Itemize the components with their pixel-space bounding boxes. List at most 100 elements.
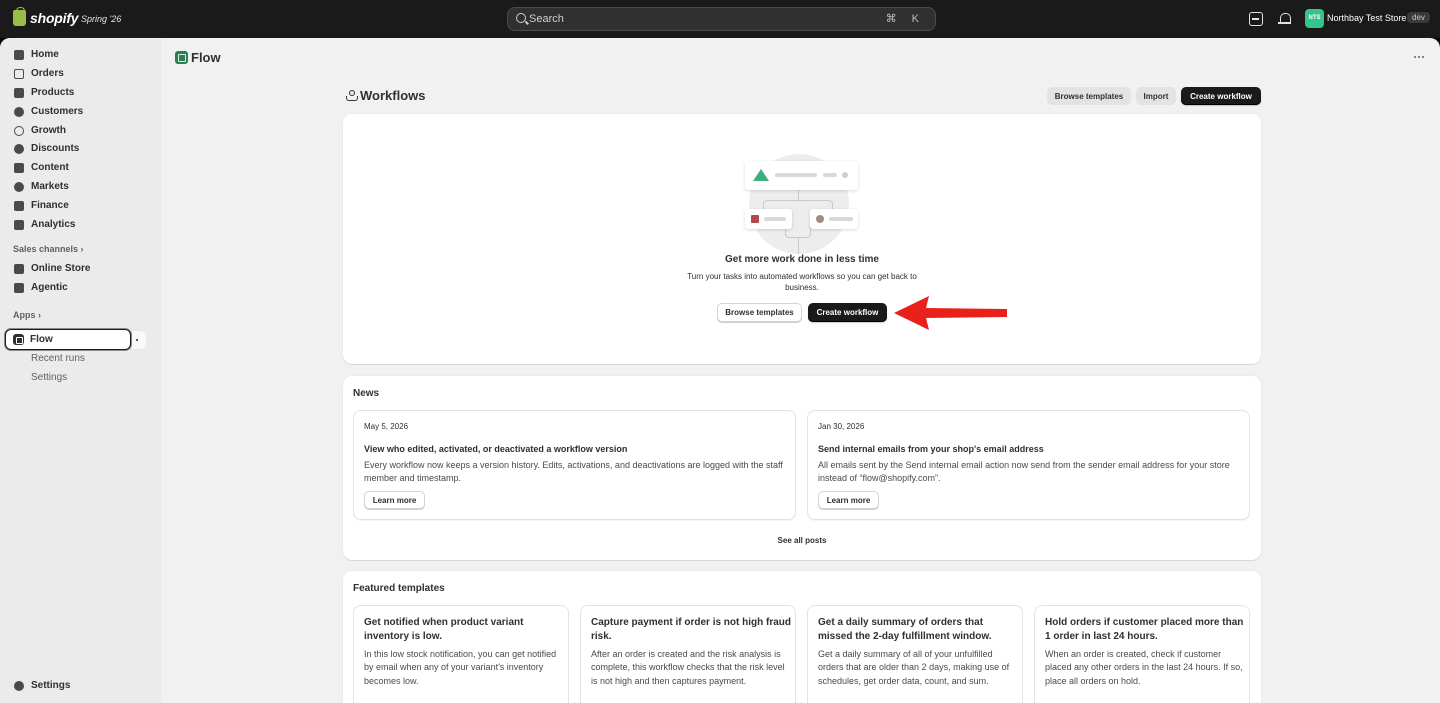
home-icon bbox=[14, 49, 24, 60]
placeholder-line bbox=[764, 217, 786, 221]
browse-templates-button[interactable]: Browse templates bbox=[717, 303, 802, 322]
sidebar: Home Orders Products Customers Growth Di… bbox=[0, 38, 161, 703]
sidebar-item-flow[interactable]: Flow bbox=[5, 329, 131, 350]
red-arrow-annotation bbox=[894, 296, 1007, 330]
sidebar-item-content[interactable]: Content bbox=[5, 158, 146, 177]
search-input[interactable]: Search ⌘ K bbox=[507, 7, 936, 31]
news-item-body: All emails sent by the Send internal ema… bbox=[818, 460, 1230, 483]
more-actions-icon[interactable] bbox=[1414, 56, 1426, 59]
sidebar-item-growth[interactable]: Growth bbox=[5, 121, 146, 140]
shopify-logo[interactable]: shopify bbox=[13, 7, 79, 26]
flow-app-icon bbox=[13, 334, 24, 345]
see-all-posts-link[interactable]: See all posts bbox=[343, 536, 1261, 545]
search-placeholder: Search bbox=[529, 13, 564, 25]
template-description: In this low stock notification, you can … bbox=[364, 649, 557, 686]
search-icon bbox=[516, 13, 526, 23]
news-date: May 5, 2026 bbox=[364, 422, 409, 431]
workflow-illustration bbox=[741, 154, 863, 254]
illustration-branch-card bbox=[745, 209, 792, 229]
placeholder-line bbox=[823, 173, 837, 177]
learn-more-button[interactable]: Learn more bbox=[364, 491, 425, 509]
dev-badge: dev bbox=[1407, 12, 1430, 23]
gear-icon bbox=[14, 680, 24, 691]
template-title: Get a daily summary of orders that misse… bbox=[818, 617, 992, 642]
sales-channels-heading[interactable]: Sales channels › bbox=[13, 244, 84, 254]
template-card[interactable]: Get notified when product variant invent… bbox=[353, 605, 569, 703]
news-item-title: View who edited, activated, or deactivat… bbox=[364, 444, 628, 454]
products-icon bbox=[14, 87, 24, 98]
illustration-connector bbox=[798, 238, 799, 254]
growth-icon bbox=[14, 125, 24, 136]
inbox-icon[interactable] bbox=[1249, 12, 1263, 26]
online-store-icon bbox=[14, 263, 24, 274]
illustration-trigger-card bbox=[745, 161, 858, 190]
search-shortcut: ⌘ K bbox=[885, 13, 925, 25]
template-description: After an order is created and the risk a… bbox=[591, 649, 785, 686]
sidebar-item-orders[interactable]: Orders bbox=[5, 64, 146, 83]
finance-icon bbox=[14, 200, 24, 211]
triangle-icon bbox=[753, 169, 769, 181]
template-description: When an order is created, check if custo… bbox=[1045, 649, 1243, 686]
arrow-shape bbox=[894, 296, 1007, 330]
news-item-title: Send internal emails from your shop's em… bbox=[818, 444, 1044, 454]
content-icon bbox=[14, 162, 24, 173]
apps-heading[interactable]: Apps › bbox=[13, 310, 41, 320]
sidebar-item-finance[interactable]: Finance bbox=[5, 196, 146, 215]
featured-templates-title: Featured templates bbox=[353, 583, 445, 594]
news-item: Jan 30, 2026 Send internal emails from y… bbox=[807, 410, 1250, 520]
sidebar-item-discounts[interactable]: Discounts bbox=[5, 139, 146, 158]
placeholder-line bbox=[775, 173, 817, 177]
illustration-branch-card bbox=[810, 209, 858, 229]
markets-icon bbox=[14, 181, 24, 192]
customers-icon bbox=[14, 106, 24, 117]
browse-templates-button[interactable]: Browse templates bbox=[1047, 87, 1131, 105]
news-date: Jan 30, 2026 bbox=[818, 422, 865, 431]
create-workflow-button[interactable]: Create workflow bbox=[808, 303, 887, 322]
analytics-icon bbox=[14, 219, 24, 230]
news-item: May 5, 2026 View who edited, activated, … bbox=[353, 410, 796, 520]
news-item-body: Every workflow now keeps a version histo… bbox=[364, 460, 783, 483]
featured-templates-card: Featured templates Get notified when pro… bbox=[343, 571, 1261, 703]
sidebar-item-online-store[interactable]: Online Store bbox=[5, 259, 146, 278]
template-description: Get a daily summary of all of your unful… bbox=[818, 649, 1010, 686]
workflows-empty-state: Get more work done in less time Turn you… bbox=[343, 114, 1261, 364]
template-title: Hold orders if customer placed more than… bbox=[1045, 617, 1244, 642]
store-avatar[interactable]: NTS bbox=[1305, 9, 1324, 28]
news-card: News May 5, 2026 View who edited, activa… bbox=[343, 376, 1261, 560]
square-icon bbox=[751, 215, 759, 223]
flow-app-icon bbox=[175, 51, 188, 64]
sidebar-item-settings[interactable]: Settings bbox=[5, 676, 146, 695]
create-workflow-header-button[interactable]: Create workflow bbox=[1181, 87, 1261, 105]
sidebar-item-analytics[interactable]: Analytics bbox=[5, 215, 146, 234]
shopify-bag-icon bbox=[13, 7, 26, 26]
agentic-icon bbox=[14, 282, 24, 293]
circle-icon bbox=[816, 215, 824, 223]
app-title: Flow bbox=[175, 50, 221, 65]
notification-bell-icon[interactable] bbox=[1278, 12, 1292, 26]
template-card[interactable]: Hold orders if customer placed more than… bbox=[1034, 605, 1250, 703]
template-title: Capture payment if order is not high fra… bbox=[591, 617, 792, 642]
sidebar-item-customers[interactable]: Customers bbox=[5, 102, 146, 121]
sidebar-item-markets[interactable]: Markets bbox=[5, 177, 146, 196]
learn-more-button[interactable]: Learn more bbox=[818, 491, 879, 509]
news-title: News bbox=[353, 388, 380, 399]
sidebar-item-flow-settings[interactable]: Settings bbox=[31, 372, 67, 383]
workflow-icon bbox=[346, 90, 358, 101]
placeholder-dot bbox=[842, 172, 848, 178]
placeholder-line bbox=[829, 217, 853, 221]
sidebar-item-agentic[interactable]: Agentic bbox=[5, 278, 146, 297]
import-button[interactable]: Import bbox=[1136, 87, 1176, 105]
store-name[interactable]: Northbay Test Store bbox=[1327, 13, 1406, 23]
sidebar-item-products[interactable]: Products bbox=[5, 83, 146, 102]
template-card[interactable]: Get a daily summary of orders that misse… bbox=[807, 605, 1023, 703]
sidebar-item-recent-runs[interactable]: Recent runs bbox=[31, 353, 85, 364]
edition-label: Spring '26 bbox=[81, 14, 122, 24]
template-card[interactable]: Capture payment if order is not high fra… bbox=[580, 605, 796, 703]
page-title: Workflows bbox=[346, 88, 426, 103]
admin-frame: Home Orders Products Customers Growth Di… bbox=[0, 38, 1440, 703]
discounts-icon bbox=[14, 143, 24, 154]
empty-state-heading: Get more work done in less time bbox=[725, 254, 879, 265]
sidebar-item-home[interactable]: Home bbox=[5, 45, 146, 64]
template-title: Get notified when product variant invent… bbox=[364, 617, 524, 642]
pin-app-button[interactable] bbox=[132, 331, 146, 349]
